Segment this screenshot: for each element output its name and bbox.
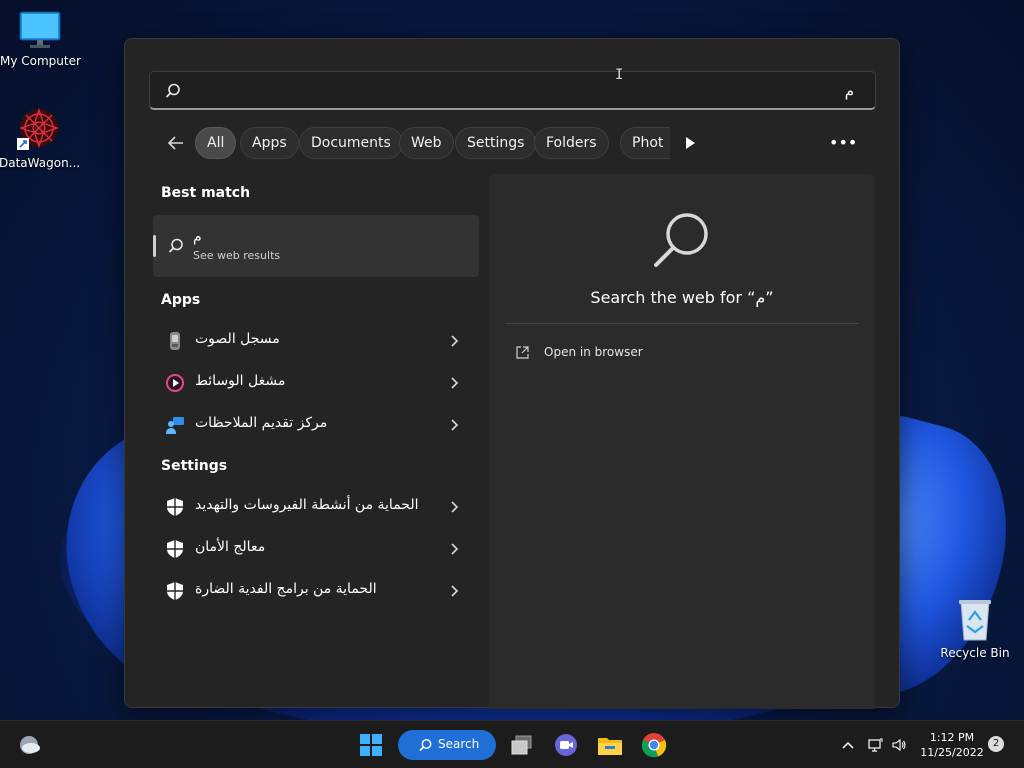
setting-item-virus-protection[interactable]: الحماية من أنشطة الفيروسات والتهديد (153, 487, 479, 527)
feedback-hub-icon (166, 417, 184, 434)
clock-time: 1:12 PM (929, 731, 975, 744)
chevron-right-icon (451, 585, 459, 597)
external-link-icon (516, 346, 529, 359)
best-match-title: م (193, 229, 202, 245)
back-arrow-icon[interactable] (161, 127, 191, 159)
search-input[interactable] (194, 76, 854, 106)
chevron-up-icon[interactable] (840, 737, 856, 753)
shield-icon (167, 498, 183, 516)
app-item-voice-recorder[interactable]: مسجل الصوت (153, 321, 479, 361)
open-in-browser-label: Open in browser (544, 345, 643, 359)
apps-heading: Apps (161, 292, 201, 308)
filter-chip-settings[interactable]: Settings (455, 127, 537, 159)
taskbar: Search 1:12 PM 11/25/2022 2 (0, 720, 1024, 768)
start-search-panel: I All Apps Documents Web Settings Folder… (124, 38, 900, 709)
search-icon (168, 238, 183, 253)
app-item-label: مشغل الوسائط (195, 373, 286, 389)
desktop-icon-datawagon[interactable]: DataWagon... (0, 106, 81, 170)
task-view-icon[interactable] (508, 731, 536, 759)
preview-pane: Search the web for “م” Open in browser (489, 174, 875, 709)
preview-title: Search the web for “م” (590, 288, 774, 307)
taskbar-search-button[interactable]: Search (398, 730, 496, 760)
desktop-icon-label: Recycle Bin (940, 646, 1010, 660)
monitor-icon (19, 11, 61, 48)
chevron-right-icon (451, 335, 459, 347)
selection-indicator (153, 235, 156, 257)
media-player-icon (166, 374, 184, 392)
chevron-right-icon (451, 419, 459, 431)
settings-heading: Settings (161, 458, 228, 474)
more-options-icon[interactable]: ••• (829, 133, 857, 153)
volume-icon[interactable] (891, 737, 907, 753)
text-cursor-icon: I (615, 67, 624, 83)
teams-chat-icon[interactable] (552, 731, 580, 759)
setting-item-ransomware-protection[interactable]: الحماية من برامج الفدية الضارة (153, 571, 479, 611)
desktop-icon-recycle-bin[interactable]: Recycle Bin (935, 598, 1015, 660)
filter-chip-web[interactable]: Web (399, 127, 454, 159)
chevron-right-icon (451, 543, 459, 555)
filter-chip-apps[interactable]: Apps (240, 127, 299, 159)
app-item-media-player[interactable]: مشغل الوسائط (153, 363, 479, 403)
network-icon[interactable] (867, 737, 883, 753)
taskbar-search-label: Search (438, 737, 480, 751)
file-explorer-icon[interactable] (596, 731, 624, 759)
notification-count-badge[interactable]: 2 (988, 736, 1004, 752)
shield-icon (167, 540, 183, 558)
filter-bar: All Apps Documents Web Settings Folders … (149, 127, 857, 159)
recycle-bin-icon (959, 600, 991, 641)
search-box[interactable] (149, 71, 876, 110)
search-icon (654, 213, 708, 267)
voice-recorder-icon (170, 332, 180, 350)
desktop-icon-my-computer[interactable]: My Computer (0, 10, 81, 68)
filter-chip-all[interactable]: All (195, 127, 237, 159)
setting-item-label: الحماية من برامج الفدية الضارة (195, 581, 377, 597)
app-item-label: مركز تقديم الملاحظات (195, 415, 328, 431)
setting-item-label: معالج الأمان (195, 539, 266, 555)
shield-icon (167, 582, 183, 600)
best-match-item[interactable]: م See web results (153, 215, 479, 277)
filter-chip-clip: Phot (620, 127, 670, 159)
best-match-subtitle: See web results (193, 249, 281, 262)
desktop-icon-label: DataWagon... (0, 156, 81, 170)
setting-item-label: الحماية من أنشطة الفيروسات والتهديد (195, 497, 419, 513)
filter-chip-folders[interactable]: Folders (534, 127, 609, 159)
best-match-heading: Best match (161, 185, 251, 201)
chrome-browser-icon[interactable] (640, 731, 668, 759)
setting-item-security-wizard[interactable]: معالج الأمان (153, 529, 479, 569)
filter-chip-documents[interactable]: Documents (299, 127, 403, 159)
taskbar-clock[interactable]: 1:12 PM 11/25/2022 (912, 730, 992, 760)
weather-widget-icon[interactable] (15, 731, 43, 759)
start-button-windows-icon[interactable] (357, 731, 385, 759)
preview-divider (505, 323, 859, 324)
chevron-right-icon (451, 377, 459, 389)
chevron-right-icon (451, 501, 459, 513)
app-item-label: مسجل الصوت (195, 331, 280, 347)
search-icon (165, 83, 180, 98)
clock-date: 11/25/2022 (920, 746, 984, 759)
scroll-right-arrow-icon[interactable] (682, 134, 698, 152)
app-item-feedback-hub[interactable]: مركز تقديم الملاحظات (153, 405, 479, 445)
search-icon (419, 739, 432, 752)
desktop-icon-label: My Computer (0, 54, 81, 68)
filter-chip-photos[interactable]: Phot (620, 127, 670, 159)
datawagon-logo-icon (17, 107, 60, 150)
